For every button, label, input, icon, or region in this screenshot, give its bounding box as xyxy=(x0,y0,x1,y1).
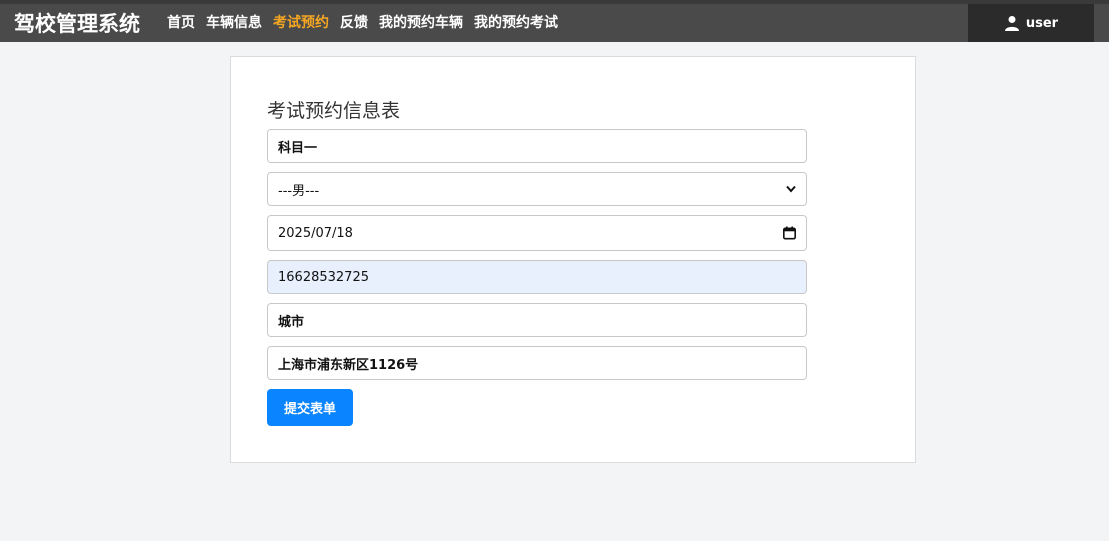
nav-my-vehicle-bookings[interactable]: 我的预约车辆 xyxy=(379,12,463,34)
address-field[interactable]: 上海市浦东新区1126号 xyxy=(267,346,807,380)
gender-select-value: ---男--- xyxy=(278,183,320,199)
exam-booking-card: 考试预约信息表 科目一 ---男--- 2025/07/18 166285327… xyxy=(230,56,916,463)
nav-feedback[interactable]: 反馈 xyxy=(340,12,368,34)
subject-field[interactable]: 科目一 xyxy=(267,129,807,163)
nav-exam-booking[interactable]: 考试预约 xyxy=(273,12,329,34)
address-value: 上海市浦东新区1126号 xyxy=(278,357,419,373)
chevron-down-icon xyxy=(786,185,796,193)
subject-value: 科目一 xyxy=(278,140,318,156)
date-value: 2025/07/18 xyxy=(278,225,353,241)
user-icon xyxy=(1004,16,1019,31)
nav-links: 首页 车辆信息 考试预约 反馈 我的预约车辆 我的预约考试 xyxy=(167,12,569,34)
top-navbar: 驾校管理系统 首页 车辆信息 考试预约 反馈 我的预约车辆 我的预约考试 use… xyxy=(0,0,1109,42)
nav-home[interactable]: 首页 xyxy=(167,12,195,34)
brand-title: 驾校管理系统 xyxy=(14,12,140,36)
nav-vehicle-info[interactable]: 车辆信息 xyxy=(206,12,262,34)
calendar-icon[interactable] xyxy=(783,226,796,240)
phone-field[interactable]: 16628532725 xyxy=(267,260,807,294)
form-title: 考试预约信息表 xyxy=(267,100,401,122)
gender-select[interactable]: ---男--- xyxy=(267,172,807,206)
submit-button[interactable]: 提交表单 xyxy=(267,389,353,426)
nav-my-exam-bookings[interactable]: 我的预约考试 xyxy=(474,12,558,34)
date-field[interactable]: 2025/07/18 xyxy=(267,215,807,251)
user-name: user xyxy=(1025,15,1059,31)
city-field[interactable]: 城市 xyxy=(267,303,807,337)
city-value: 城市 xyxy=(278,314,305,330)
user-menu[interactable]: user xyxy=(968,4,1094,42)
phone-value: 16628532725 xyxy=(278,269,369,285)
